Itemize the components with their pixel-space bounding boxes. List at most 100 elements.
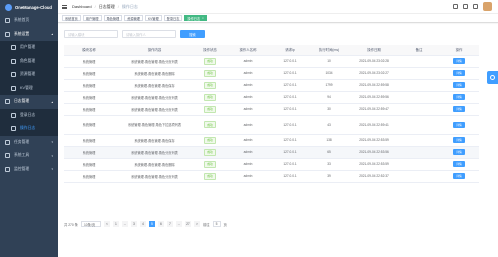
- sidebar-item-label: 资源管理: [20, 72, 36, 77]
- cell-ms: 65: [309, 146, 349, 159]
- page-number[interactable]: 5: [148, 221, 155, 227]
- detail-button[interactable]: 详情: [453, 70, 465, 76]
- cell-action: 详情: [439, 158, 479, 171]
- cell-content: 系统管理-角色管理-角色分页列表: [114, 146, 195, 159]
- sidebar-item[interactable]: 用户管理: [0, 41, 58, 55]
- sidebar-item[interactable]: 操作日志: [0, 122, 58, 136]
- detail-button[interactable]: 详情: [453, 149, 465, 155]
- sidebar-item[interactable]: 角色管理: [0, 54, 58, 68]
- cell-text: 系统管理: [82, 123, 96, 127]
- prev-page-button[interactable]: <: [103, 221, 110, 227]
- page-number[interactable]: 6: [157, 221, 164, 227]
- search-icon[interactable]: [453, 4, 458, 9]
- cell-status: 成功: [195, 134, 225, 147]
- cell-ip: 127.0.0.1: [271, 146, 309, 159]
- module-input[interactable]: 请输入模块: [64, 30, 118, 38]
- next-page-button[interactable]: >: [193, 221, 200, 227]
- cell-user: admin: [225, 134, 271, 147]
- tag-item[interactable]: 用户管理: [82, 15, 102, 21]
- app-logo: OneManage-Cloud: [0, 0, 58, 14]
- cell-ms: 30: [309, 103, 349, 116]
- sidebar-item[interactable]: 日志管理 ▴: [0, 95, 58, 109]
- cell-content: 系统管理-角色管理-角色下拉选项列表: [114, 115, 195, 135]
- operator-input[interactable]: 请输入操作人: [122, 30, 176, 38]
- cell-remark: [399, 158, 439, 171]
- breadcrumb-item[interactable]: 日志管理: [99, 4, 115, 10]
- column-header: 操作: [439, 45, 479, 56]
- page-number[interactable]: 1: [112, 221, 119, 227]
- cell-content: 系统管理-角色管理-角色保存: [114, 134, 195, 147]
- cell-text: 138: [326, 138, 332, 142]
- size-icon[interactable]: [473, 4, 478, 9]
- detail-button[interactable]: 详情: [453, 82, 465, 88]
- cell-text: 127.0.0.1: [283, 95, 297, 99]
- detail-button[interactable]: 详情: [453, 58, 465, 64]
- tag-item[interactable]: 操作日志 ×: [184, 15, 207, 21]
- sidebar-item[interactable]: 登录日志: [0, 108, 58, 122]
- column-header: 操作内容: [114, 45, 195, 56]
- menu-icon: [5, 139, 10, 145]
- tag-item[interactable]: 系统首页: [62, 15, 81, 21]
- log-table: 模块名称 操作内容 操作状态 操作人名称 请求ip 执行时间(ms) 操作日期 备注 操作 系统…: [64, 45, 479, 183]
- cell-date: 2021-09-04 22:52:37: [349, 170, 399, 183]
- status-badge: 成功: [204, 69, 216, 77]
- page-number[interactable]: 4: [139, 221, 146, 227]
- page-number[interactable]: 27: [184, 221, 191, 227]
- detail-button[interactable]: 详情: [453, 161, 465, 167]
- settings-button[interactable]: [487, 71, 498, 84]
- goto-input[interactable]: 5: [212, 221, 221, 227]
- tag-item[interactable]: 资源管理: [124, 15, 143, 21]
- detail-button[interactable]: 详情: [453, 121, 465, 128]
- cell-text: 2021-09-04 22:59:41: [359, 122, 389, 127]
- breadcrumb-item[interactable]: Dashboard: [72, 4, 92, 10]
- cell-text: 39: [327, 174, 331, 178]
- avatar[interactable]: [483, 2, 492, 11]
- detail-button[interactable]: 详情: [453, 106, 465, 112]
- hamburger-icon[interactable]: [62, 4, 67, 9]
- sidebar-item[interactable]: 资源管理: [0, 68, 58, 82]
- sidebar-item[interactable]: 系统首页: [0, 14, 58, 28]
- sidebar-item-label: 系统工具: [14, 153, 30, 158]
- status-badge: 成功: [204, 136, 216, 144]
- detail-button[interactable]: 详情: [453, 94, 465, 100]
- page-number[interactable]: 3: [130, 221, 137, 227]
- cell-status: 成功: [195, 115, 225, 135]
- detail-button[interactable]: 详情: [453, 173, 465, 179]
- column-header: 操作人名称: [225, 45, 271, 56]
- sidebar-item[interactable]: 系统设置 ▴: [0, 28, 58, 42]
- cell-ip: 127.0.0.1: [271, 67, 309, 80]
- search-button[interactable]: 搜索: [180, 30, 205, 38]
- status-badge: 成功: [204, 160, 216, 168]
- page-number[interactable]: ...: [175, 221, 182, 227]
- column-header: 操作日期: [349, 45, 399, 56]
- page-number[interactable]: 7: [166, 221, 173, 227]
- sidebar-item[interactable]: 系统工具 ▾: [0, 149, 58, 163]
- cell-ms: 33: [309, 158, 349, 171]
- fullscreen-icon[interactable]: [463, 4, 468, 9]
- cell-user: admin: [225, 91, 271, 104]
- cell-remark: [399, 79, 439, 92]
- menu-icon: [11, 126, 16, 132]
- page-number[interactable]: ...: [121, 221, 128, 227]
- cell-action: 详情: [439, 170, 479, 183]
- tag-item[interactable]: KV管理: [145, 15, 162, 21]
- sidebar-item[interactable]: 监控管理 ▾: [0, 163, 58, 177]
- detail-button[interactable]: 详情: [453, 137, 465, 143]
- table-row: 系统管理 系统管理-角色管理-角色删除 成功 admin 127.0.0.1 33 2021…: [64, 158, 479, 171]
- sidebar-item[interactable]: 任务管理 ▾: [0, 136, 58, 150]
- sidebar-item[interactable]: KV管理: [0, 81, 58, 95]
- table-row: 系统管理 系统管理-角色管理-角色保存 成功 admin 127.0.0.1 138 202…: [64, 134, 479, 147]
- tag-label: 系统首页: [65, 16, 78, 21]
- cell-text: admin: [243, 95, 253, 99]
- cell-text: 127.0.0.1: [283, 107, 297, 111]
- cell-text: 127.0.0.1: [283, 83, 297, 87]
- cell-text: 系统管理-角色管理-角色保存: [134, 138, 175, 143]
- close-icon[interactable]: ×: [202, 17, 204, 20]
- tag-item[interactable]: 登录日志: [163, 15, 183, 21]
- cell-ip: 127.0.0.1: [271, 170, 309, 183]
- tag-item[interactable]: 角色管理: [103, 15, 123, 21]
- page-size-select[interactable]: 10条/页: [80, 221, 101, 227]
- status-badge: 成功: [204, 121, 216, 128]
- cell-text: 系统管理-角色管理-角色分页列表: [131, 174, 178, 179]
- cell-text: 127.0.0.1: [283, 59, 297, 63]
